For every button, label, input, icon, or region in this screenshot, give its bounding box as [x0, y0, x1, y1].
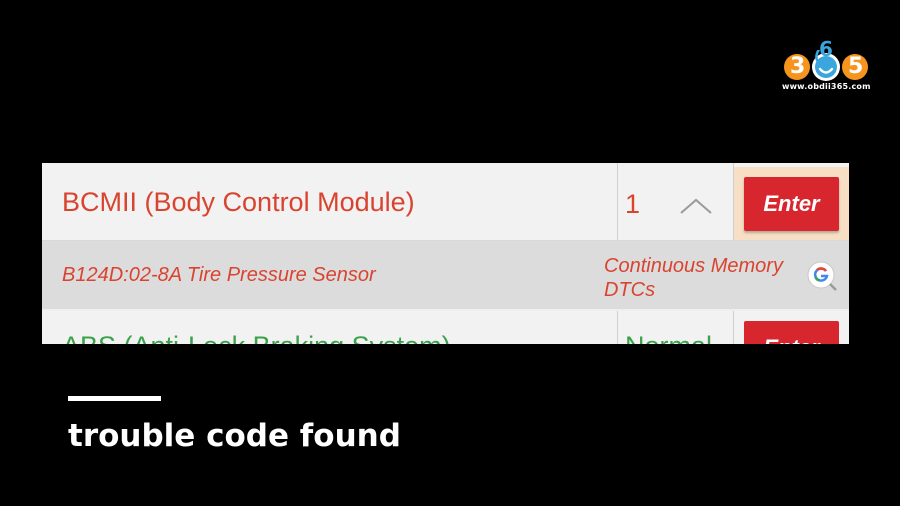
logo-digit-6: 6	[819, 37, 833, 61]
dtc-row[interactable]: B124D:02-8A Tire Pressure Sensor Continu…	[42, 241, 849, 309]
caption-accent-bar	[68, 396, 161, 401]
google-search-icon[interactable]	[806, 260, 838, 292]
enter-button-abs[interactable]: Enter	[744, 321, 839, 344]
obdii365-logo: 3 6 5 www.obdii365.com	[782, 36, 871, 94]
enter-button[interactable]: Enter	[744, 177, 839, 231]
column-divider	[733, 311, 734, 344]
logo-digit-3: 3	[790, 54, 806, 79]
chevron-up-icon[interactable]	[679, 197, 713, 215]
module-row-abs[interactable]: ABS (Anti-Lock Braking System) Normal En…	[42, 311, 849, 344]
video-caption: trouble code found	[68, 418, 401, 454]
module-name: BCMII (Body Control Module)	[62, 187, 415, 217]
column-divider	[617, 163, 618, 240]
video-frame: 3 6 5 www.obdii365.com BCMII (Body Contr…	[0, 0, 900, 506]
column-divider	[617, 311, 618, 344]
dtc-count: 1	[625, 189, 641, 219]
module-list-panel: BCMII (Body Control Module) 1 Enter B124…	[42, 163, 849, 344]
module-status-abs: Normal	[625, 331, 712, 344]
module-name-abs: ABS (Anti-Lock Braking System)	[62, 331, 451, 344]
logo-digit-5: 5	[848, 54, 864, 79]
logo-url: www.obdii365.com	[782, 82, 871, 91]
module-row-bcm[interactable]: BCMII (Body Control Module) 1 Enter	[42, 163, 849, 241]
dtc-status: Continuous Memory DTCs	[604, 255, 783, 301]
dtc-code-description: B124D:02-8A Tire Pressure Sensor	[62, 264, 376, 286]
